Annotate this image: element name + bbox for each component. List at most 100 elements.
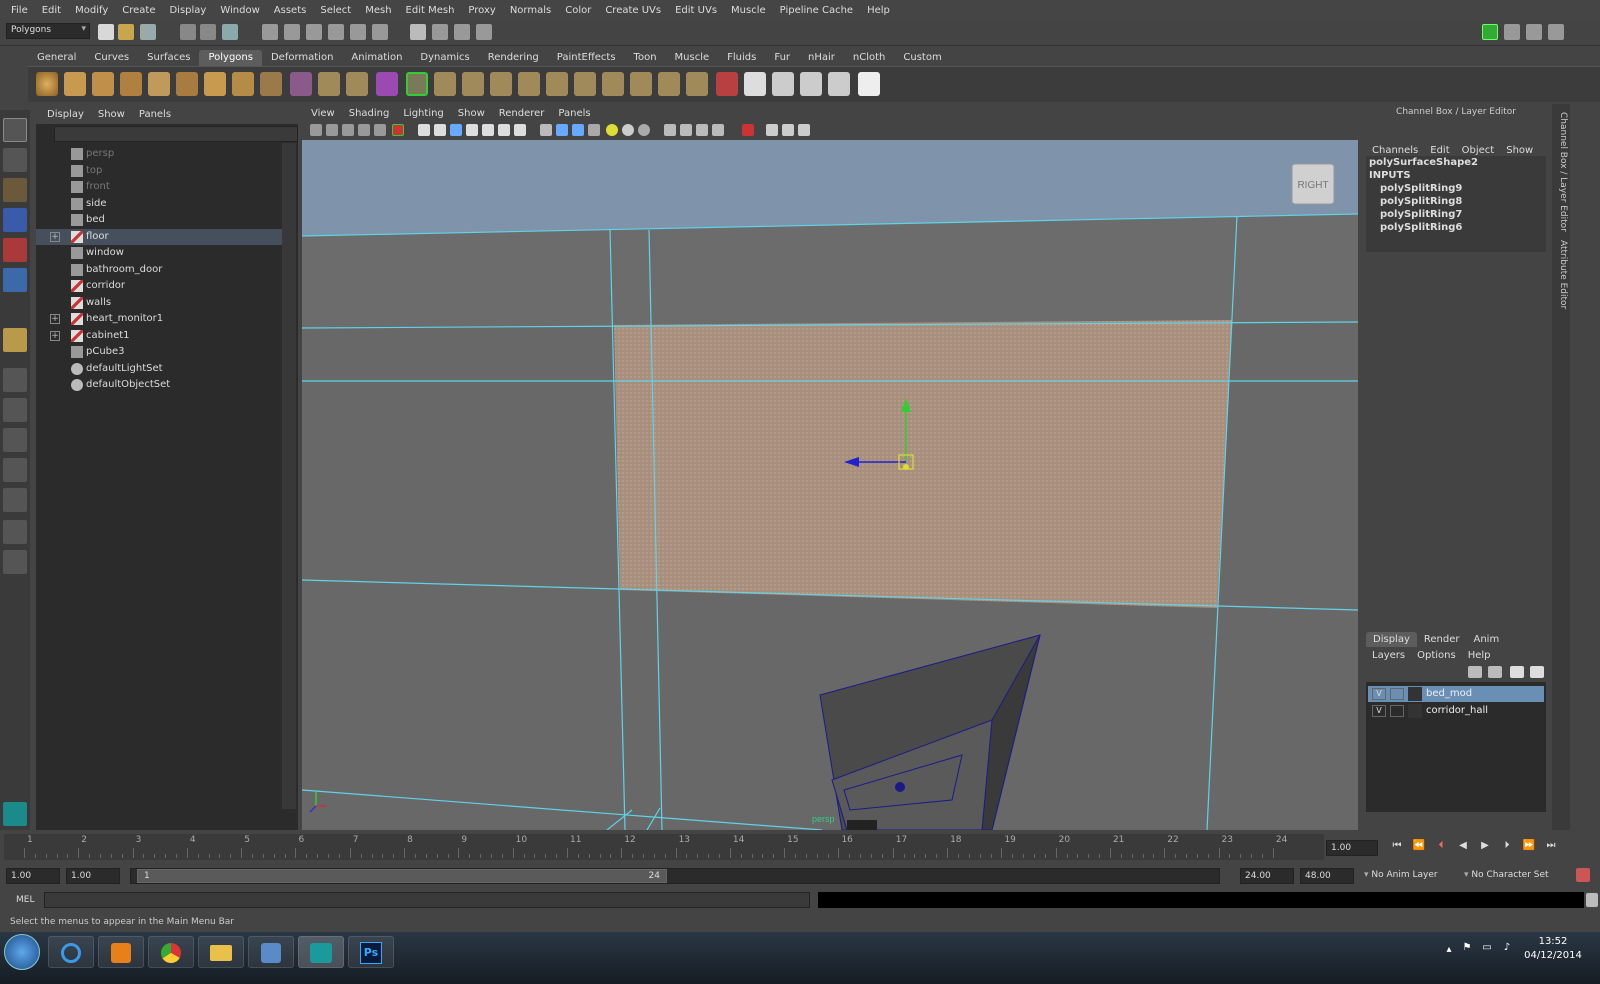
layout-custom-icon[interactable] xyxy=(3,520,27,544)
play-forwards-icon[interactable]: ▶ xyxy=(1476,840,1494,851)
shelf-tab-nhair[interactable]: nHair xyxy=(799,50,844,66)
step-forward-frame-icon[interactable]: ⏩ xyxy=(1520,840,1538,851)
toggle-layer-editor-icon[interactable] xyxy=(1548,24,1564,40)
layer-menu-options[interactable]: Options xyxy=(1411,648,1462,663)
shelf-tab-general[interactable]: General xyxy=(28,50,85,66)
grid-icon[interactable] xyxy=(374,124,386,136)
bridge-icon[interactable] xyxy=(462,72,484,96)
outliner-item[interactable]: bed xyxy=(36,212,282,228)
panel-menu-show[interactable]: Show xyxy=(451,108,492,119)
shadows-icon[interactable] xyxy=(622,124,634,136)
xray-components-icon[interactable] xyxy=(782,124,794,136)
split-polygon-icon[interactable] xyxy=(546,72,568,96)
menu-create-uvs[interactable]: Create UVs xyxy=(598,5,668,16)
outliner-item[interactable]: side xyxy=(36,196,282,212)
smooth-shade-icon[interactable] xyxy=(556,124,568,136)
playback-start-field[interactable]: 1.00 xyxy=(66,868,120,884)
tools-app-icon[interactable] xyxy=(248,936,294,968)
menu-file[interactable]: File xyxy=(4,5,35,16)
channel-menu-show[interactable]: Show xyxy=(1500,145,1539,156)
expand-icon[interactable]: + xyxy=(50,330,60,341)
layer-menu-help[interactable]: Help xyxy=(1462,648,1497,663)
start-time-field[interactable]: 1.00 xyxy=(6,868,60,884)
select-hierarchy-icon[interactable] xyxy=(180,24,196,40)
panel-menu-panels[interactable]: Panels xyxy=(551,108,597,119)
select-object-icon[interactable] xyxy=(200,24,216,40)
film-gate-icon[interactable] xyxy=(392,124,404,136)
menu-set-dropdown[interactable]: Polygons xyxy=(6,23,90,39)
menu-assets[interactable]: Assets xyxy=(267,5,314,16)
poly-cylinder-icon[interactable] xyxy=(92,72,114,96)
xray-joints-icon[interactable] xyxy=(766,124,778,136)
view-cube[interactable]: RIGHT xyxy=(1291,163,1335,205)
shelf-tab-fur[interactable]: Fur xyxy=(765,50,799,66)
menu-edit-uvs[interactable]: Edit UVs xyxy=(668,5,724,16)
bevel-icon[interactable] xyxy=(630,72,652,96)
outliner-item[interactable]: walls xyxy=(36,295,282,311)
shape-node-name[interactable]: polySurfaceShape2 xyxy=(1366,156,1546,169)
poly-cube-icon[interactable] xyxy=(64,72,86,96)
image-plane-icon[interactable] xyxy=(358,124,370,136)
cut-uv-icon[interactable] xyxy=(828,72,850,96)
lasso-tool-icon[interactable] xyxy=(3,148,27,172)
bookmark-icon[interactable] xyxy=(342,124,354,136)
wireframe-on-shaded-icon[interactable] xyxy=(572,124,584,136)
smooth-icon[interactable] xyxy=(376,72,398,96)
automatic-mapping-icon[interactable] xyxy=(744,72,766,96)
uv-texture-editor-icon[interactable] xyxy=(772,72,794,96)
clock-date[interactable]: 04/12/2014 xyxy=(1518,950,1588,961)
media-player-icon[interactable] xyxy=(98,936,144,968)
end-time-field[interactable]: 48.00 xyxy=(1300,868,1354,884)
start-button[interactable] xyxy=(4,934,40,970)
input-node[interactable]: polySplitRing6 xyxy=(1369,221,1546,234)
go-to-end-icon[interactable]: ⏭ xyxy=(1542,840,1560,851)
poly-cone-icon[interactable] xyxy=(120,72,142,96)
high-quality-icon[interactable] xyxy=(638,124,650,136)
boolean-union-icon[interactable] xyxy=(406,72,428,96)
action-center-icon[interactable]: ⚑ xyxy=(1460,942,1474,953)
panel-menu-view[interactable]: View xyxy=(304,108,342,119)
sew-uv-icon[interactable] xyxy=(800,72,822,96)
shelf-tab-muscle[interactable]: Muscle xyxy=(666,50,719,66)
outliner-menu-show[interactable]: Show xyxy=(91,109,132,120)
mel-label[interactable]: MEL xyxy=(16,895,34,905)
layer-tab-anim[interactable]: Anim xyxy=(1466,632,1506,647)
open-scene-icon[interactable] xyxy=(118,24,134,40)
toggle-tool-settings-icon[interactable] xyxy=(1526,24,1542,40)
toggle-channel-box-icon[interactable] xyxy=(1482,24,1498,40)
script-editor-icon[interactable] xyxy=(1586,893,1598,907)
step-back-frame-icon[interactable]: ⏪ xyxy=(1410,840,1428,851)
toggle-attribute-editor-icon[interactable] xyxy=(1504,24,1520,40)
panel-menu-renderer[interactable]: Renderer xyxy=(492,108,552,119)
network-icon[interactable]: ▭ xyxy=(1480,942,1494,953)
shelf-tab-curves[interactable]: Curves xyxy=(85,50,138,66)
show-hidden-icons[interactable]: ▴ xyxy=(1444,944,1454,955)
shelf-tab-painteffects[interactable]: PaintEffects xyxy=(548,50,625,66)
outliner-item[interactable]: window xyxy=(36,245,282,261)
menu-display[interactable]: Display xyxy=(162,5,213,16)
outliner-item[interactable]: front xyxy=(36,179,282,195)
layer-visibility-toggle[interactable]: V xyxy=(1372,705,1386,717)
channel-menu-object[interactable]: Object xyxy=(1456,145,1501,156)
layer-sort-icon[interactable] xyxy=(1530,666,1544,678)
anti-alias-icon[interactable] xyxy=(696,124,708,136)
select-component-icon[interactable] xyxy=(222,24,238,40)
xray-icon[interactable] xyxy=(482,124,494,136)
menu-mesh[interactable]: Mesh xyxy=(358,5,398,16)
safe-title-icon[interactable] xyxy=(450,124,462,136)
share-view-icon[interactable] xyxy=(798,124,810,136)
insert-edge-loop-icon[interactable] xyxy=(574,72,596,96)
input-node[interactable]: polySplitRing7 xyxy=(1369,208,1546,221)
render-frame-icon[interactable] xyxy=(432,24,448,40)
camera-attributes-icon[interactable] xyxy=(326,124,338,136)
planar-mapping-icon[interactable] xyxy=(686,72,708,96)
cylindrical-mapping-icon[interactable] xyxy=(716,72,738,96)
layer-color-swatch-icon[interactable] xyxy=(1408,704,1422,718)
outliner-filter-field[interactable] xyxy=(54,126,298,142)
paint-select-tool-icon[interactable] xyxy=(3,178,27,202)
text-hud-icon[interactable] xyxy=(514,124,526,136)
menu-help[interactable]: Help xyxy=(860,5,897,16)
layer-display-type-toggle[interactable] xyxy=(1390,688,1404,700)
menu-edit-mesh[interactable]: Edit Mesh xyxy=(399,5,462,16)
render-settings-icon[interactable] xyxy=(476,24,492,40)
